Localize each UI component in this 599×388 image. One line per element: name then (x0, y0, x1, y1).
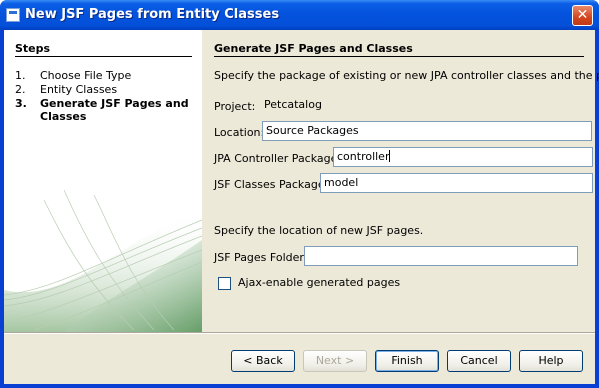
app-icon (6, 8, 20, 22)
decorative-swirl-graphic (4, 189, 202, 332)
close-button[interactable]: ✕ (572, 5, 593, 26)
project-label: Project: (214, 100, 256, 113)
pages-location-description: Specify the location of new JSF pages. (214, 224, 424, 237)
ajax-enable-label[interactable]: Ajax-enable generated pages (238, 276, 400, 289)
next-button[interactable]: Next > (303, 350, 367, 372)
jpa-controller-package-field[interactable]: controller (333, 147, 593, 167)
back-button[interactable]: < Back (231, 350, 295, 372)
step-number: 1. (15, 69, 26, 82)
jsf-classes-package-label: JSF Classes Package: (214, 178, 329, 191)
package-description: Specify the package of existing or new J… (214, 69, 599, 82)
jpa-controller-package-label: JPA Controller Package: (214, 152, 342, 165)
location-field[interactable]: Source Packages (262, 121, 592, 141)
project-field: Petcatalog (260, 95, 590, 115)
ajax-enable-checkbox[interactable] (218, 277, 231, 290)
location-label: Location: (214, 126, 265, 139)
cancel-button[interactable]: Cancel (447, 350, 511, 372)
jsf-pages-folder-label: JSF Pages Folder: (214, 251, 308, 264)
help-button[interactable]: Help (519, 350, 583, 372)
title-bar[interactable]: New JSF Pages from Entity Classes ✕ (0, 0, 599, 30)
jsf-pages-folder-field[interactable] (304, 246, 578, 266)
step-label: Choose File Type (40, 69, 132, 82)
steps-divider (15, 56, 192, 57)
button-bar-divider (4, 332, 595, 334)
step-label: Entity Classes (40, 83, 118, 96)
steps-header: Steps (15, 42, 51, 55)
text-caret (389, 150, 391, 162)
panel-title-divider (214, 56, 584, 57)
content-panel: Generate JSF Pages and Classes Specify t… (213, 30, 599, 332)
dialog-window: New JSF Pages from Entity Classes ✕ Step… (0, 0, 599, 388)
finish-button[interactable]: Finish (375, 350, 439, 372)
panel-title: Generate JSF Pages and Classes (214, 42, 413, 55)
window-title: New JSF Pages from Entity Classes (25, 7, 280, 22)
dialog-client: Steps 1. Choose File Type 2. Entity Clas… (4, 30, 599, 384)
step-number: 2. (15, 83, 26, 96)
steps-panel: Steps 1. Choose File Type 2. Entity Clas… (4, 30, 202, 332)
jsf-classes-package-field[interactable]: model (320, 173, 593, 193)
jpa-controller-package-value: controller (337, 150, 390, 163)
step-label: Generate JSF Pages and Classes (40, 97, 189, 123)
step-number: 3. (15, 97, 27, 110)
